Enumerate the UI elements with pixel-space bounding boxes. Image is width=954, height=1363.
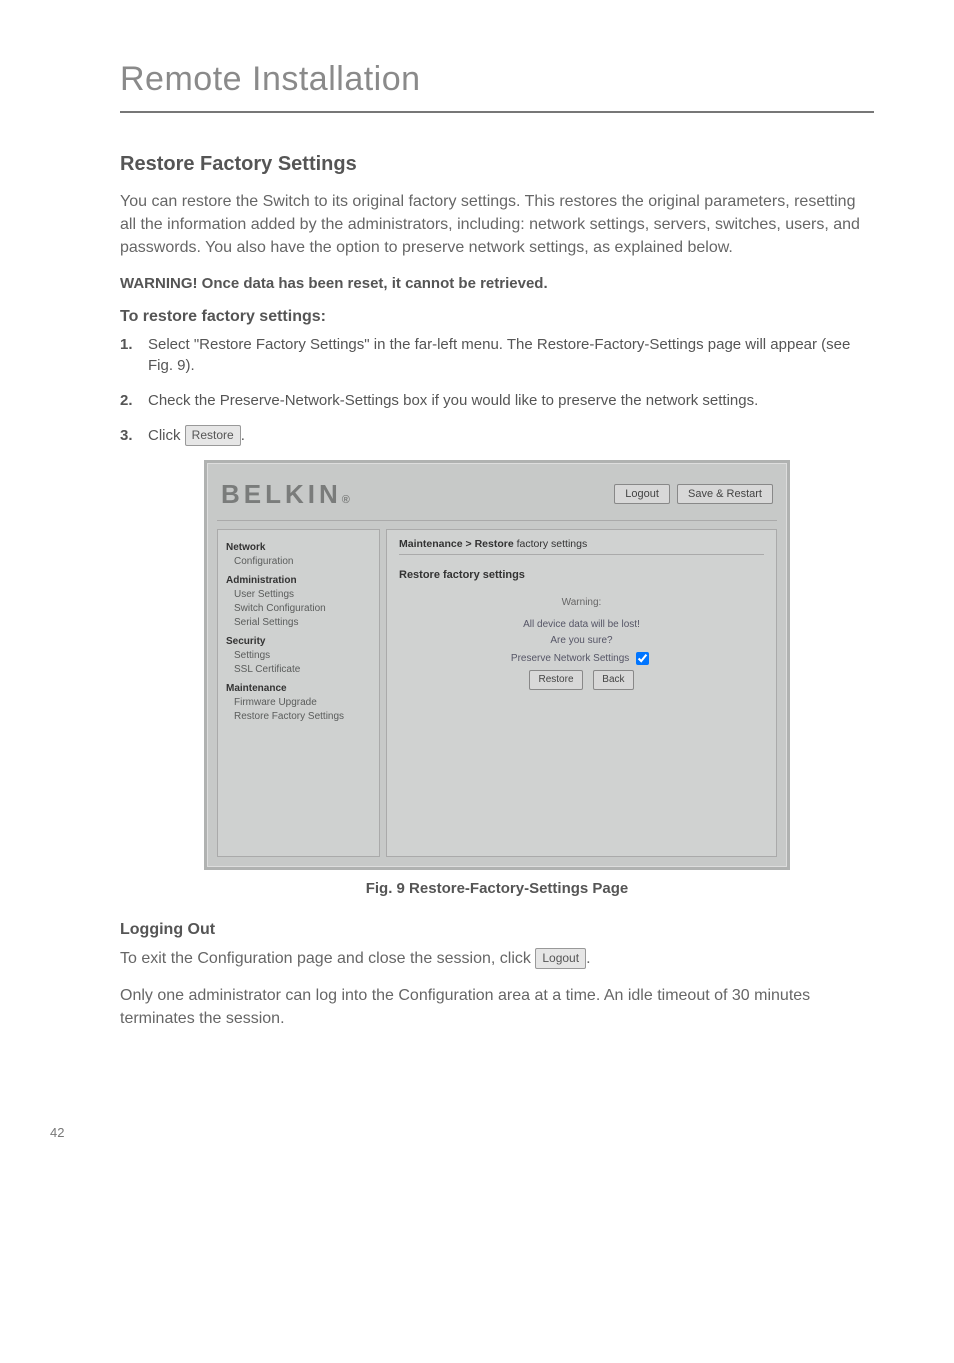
sidebar-item-ssl-cert[interactable]: SSL Certificate xyxy=(234,663,371,677)
sidebar-item-firmware[interactable]: Firmware Upgrade xyxy=(234,696,371,710)
breadcrumb: Maintenance > Restore factory settings xyxy=(399,538,764,555)
step-3: 3. Click Restore. xyxy=(120,425,874,446)
warning-msg-1: All device data will be lost! xyxy=(399,617,764,633)
step-number: 2. xyxy=(120,390,148,411)
step-number: 1. xyxy=(120,334,148,376)
sidebar-item-security-settings[interactable]: Settings xyxy=(234,649,371,663)
preserve-network-label: Preserve Network Settings xyxy=(511,653,629,664)
back-button[interactable]: Back xyxy=(593,670,633,690)
step-2: 2. Check the Preserve-Network-Settings b… xyxy=(120,390,874,411)
intro-text: You can restore the Switch to its origin… xyxy=(120,190,874,260)
save-restart-button[interactable]: Save & Restart xyxy=(677,484,773,504)
step-body: Check the Preserve-Network-Settings box … xyxy=(148,390,874,411)
preserve-network-checkbox[interactable] xyxy=(636,652,649,665)
main-panel: Maintenance > Restore factory settings R… xyxy=(386,529,777,857)
warning-text: WARNING! Once data has been reset, it ca… xyxy=(120,275,874,292)
brand-logo: BELKIN® xyxy=(221,479,354,510)
sidebar-group-maintenance: Maintenance xyxy=(226,683,371,694)
page-number: 42 xyxy=(50,1125,64,1140)
logging-out-heading: Logging Out xyxy=(120,921,874,939)
sidebar-item-user-settings[interactable]: User Settings xyxy=(234,588,371,602)
warning-label: Warning: xyxy=(399,595,764,611)
warning-msg-2: Are you sure? xyxy=(399,633,764,649)
step-number: 3. xyxy=(120,425,148,446)
step-1: 1. Select "Restore Factory Settings" in … xyxy=(120,334,874,376)
logging-out-line2: Only one administrator can log into the … xyxy=(120,984,874,1030)
panel-title: Restore factory settings xyxy=(399,569,764,581)
sidebar-item-serial-settings[interactable]: Serial Settings xyxy=(234,616,371,630)
step3-prefix: Click xyxy=(148,427,185,444)
sidebar-item-configuration[interactable]: Configuration xyxy=(234,555,371,569)
sidebar-group-network: Network xyxy=(226,542,371,553)
sidebar: Network Configuration Administration Use… xyxy=(217,529,380,857)
logging-out-line1: To exit the Configuration page and close… xyxy=(120,947,874,970)
figure-caption: Fig. 9 Restore-Factory-Settings Page xyxy=(120,880,874,897)
logout-button[interactable]: Logout xyxy=(614,484,670,504)
sidebar-item-switch-config[interactable]: Switch Configuration xyxy=(234,602,371,616)
sidebar-item-restore-factory[interactable]: Restore Factory Settings xyxy=(234,710,371,724)
section-heading: Restore Factory Settings xyxy=(120,153,874,176)
logout-inline-button: Logout xyxy=(535,948,586,969)
restore-button-inline: Restore xyxy=(185,425,241,446)
step-body: Click Restore. xyxy=(148,425,874,446)
sidebar-group-administration: Administration xyxy=(226,575,371,586)
step-body: Select "Restore Factory Settings" in the… xyxy=(148,334,874,376)
restore-button[interactable]: Restore xyxy=(529,670,582,690)
page-title: Remote Installation xyxy=(120,60,874,113)
step3-suffix: . xyxy=(241,427,245,444)
subhead: To restore factory settings: xyxy=(120,308,874,326)
sidebar-group-security: Security xyxy=(226,636,371,647)
app-screenshot: BELKIN® Logout Save & Restart Network Co… xyxy=(204,460,790,870)
